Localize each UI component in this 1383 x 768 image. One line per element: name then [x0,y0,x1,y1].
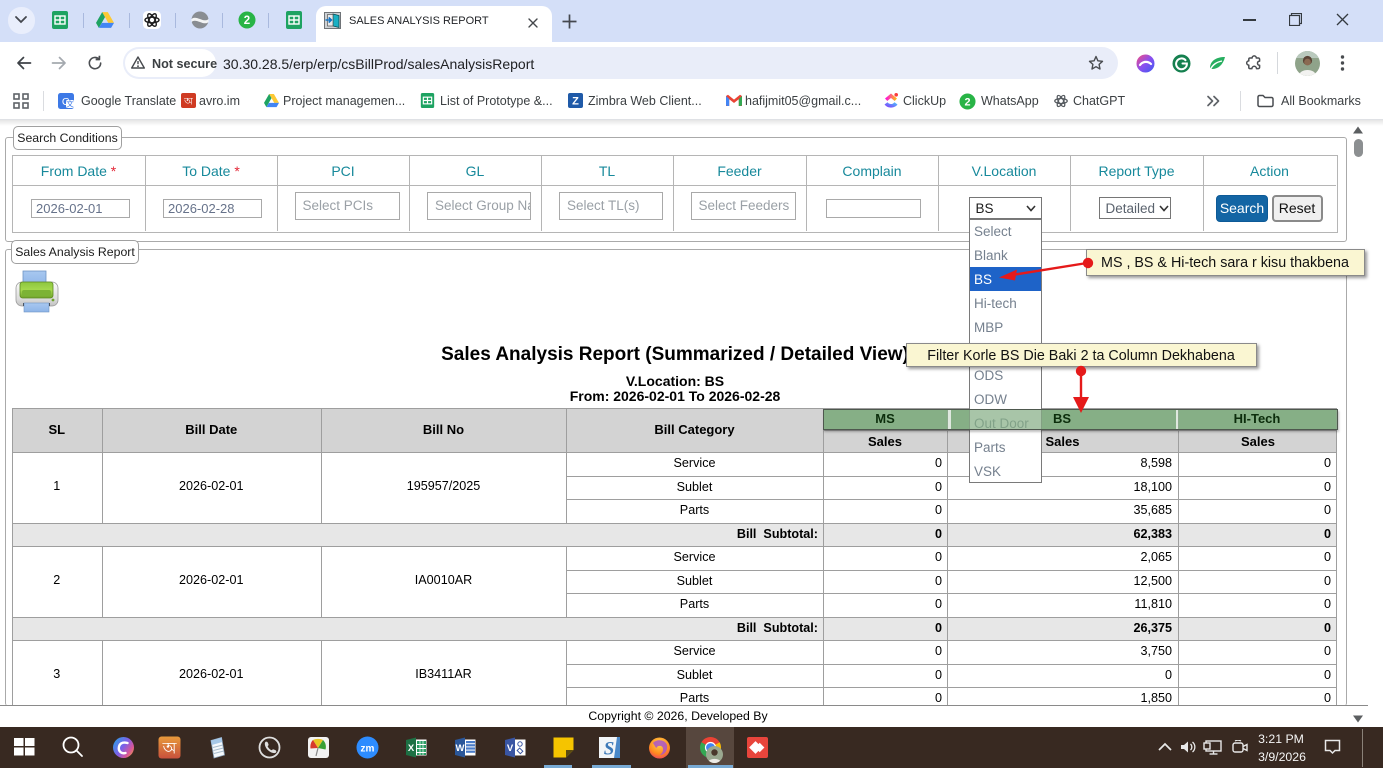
svg-text:2: 2 [964,96,970,108]
svg-text:V: V [506,743,513,754]
svg-text:অ: অ [183,97,193,108]
svg-text:Z: Z [572,96,579,108]
svg-text:অ: অ [161,741,177,758]
svg-text:2: 2 [244,15,250,27]
svg-text:S: S [603,739,614,760]
svg-text:X: X [407,743,414,754]
svg-text:W: W [455,743,464,754]
svg-text:zm: zm [360,744,374,755]
svg-text:文: 文 [66,99,74,109]
